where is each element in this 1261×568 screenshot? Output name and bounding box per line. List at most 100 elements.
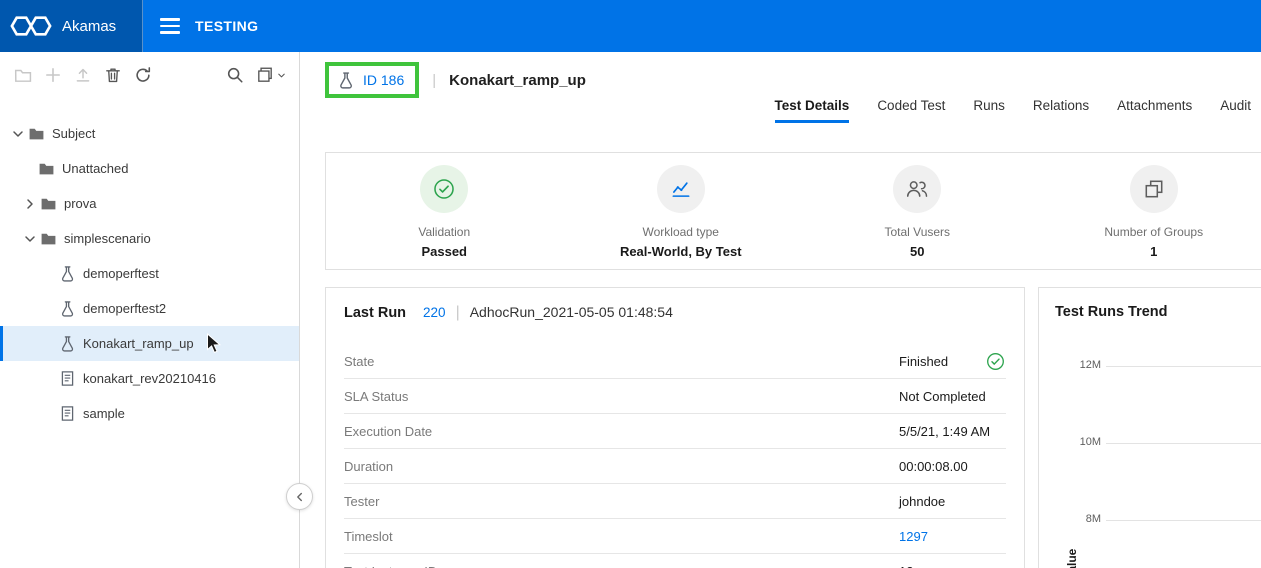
tree-item-simplescenario[interactable]: simplescenario [0,221,299,256]
test-tree: Subject Unattached prova simplescenario … [0,98,299,431]
table-row-execution-date: Execution Date 5/5/21, 1:49 AM [344,414,1006,449]
tree-item-label: demoperftest [83,266,159,281]
add-icon[interactable] [44,66,62,84]
table-row-sla-status: SLA Status Not Completed [344,379,1006,414]
performance-test-icon [59,300,76,317]
delete-icon[interactable] [104,66,122,84]
folder-icon [40,230,57,247]
row-label: Test Instance ID [344,564,899,568]
performance-test-icon [59,265,76,282]
script-icon [59,370,76,387]
chevron-down-icon[interactable] [22,231,38,247]
y-tick-label: 12M [1061,359,1101,371]
search-icon[interactable] [226,66,244,84]
run-id-link[interactable]: 220 [423,305,446,320]
last-run-title: Last Run [344,305,406,321]
metric-total-vusers: Total Vusers 50 [799,165,1036,259]
tree-item-label: simplescenario [64,231,151,246]
sidebar-toolbar [0,52,299,98]
chevron-down-icon[interactable] [10,126,26,142]
tree-item-label: demoperftest2 [83,301,166,316]
test-id-annotation-box: ID 186 [325,62,419,98]
metric-value: Passed [421,244,467,259]
gridline [1106,520,1261,521]
timeslot-link[interactable]: 1297 [899,529,928,544]
test-identity-row: ID 186 | Konakart_ramp_up [325,62,586,98]
tree-item-label: Konakart_ramp_up [83,336,194,351]
page-header: ID 186 | Konakart_ramp_up Test Details C… [301,52,1261,152]
y-tick-label: 10M [1061,436,1101,448]
view-switcher[interactable] [256,66,287,84]
folder-icon [40,195,57,212]
tree-item-subject[interactable]: Subject [0,116,299,151]
performance-test-icon [59,335,76,352]
tree-item-label: prova [64,196,97,211]
page-title: Konakart_ramp_up [449,72,586,89]
tab-attachments[interactable]: Attachments [1117,98,1192,123]
tree-item-demoperftest2[interactable]: demoperftest2 [0,291,299,326]
layers-icon [256,66,274,84]
separator: | [432,72,436,89]
refresh-icon[interactable] [134,66,152,84]
test-plan-sidebar: Subject Unattached prova simplescenario … [0,52,300,568]
sidebar-collapse-button[interactable] [286,483,313,510]
last-run-header: Last Run 220 | AdhocRun_2021-05-05 01:48… [344,304,1006,322]
table-row-state: State Finished [344,344,1006,379]
tab-audit[interactable]: Audit [1220,98,1251,123]
metric-value: 50 [910,244,924,259]
new-folder-icon[interactable] [14,66,32,84]
row-label: Execution Date [344,424,899,439]
metric-workload-type: Workload type Real-World, By Test [563,165,800,259]
folder-icon [38,160,55,177]
y-axis-label: Result Value [1065,549,1079,568]
performance-test-icon [337,71,355,89]
row-label: Tester [344,494,899,509]
tree-item-sample[interactable]: sample [0,396,299,431]
test-runs-trend-card: Test Runs Trend 12M 10M 8M Result Value [1038,287,1261,568]
tree-item-label: sample [83,406,125,421]
tree-item-unattached[interactable]: Unattached [0,151,299,186]
test-id-label: ID 186 [363,72,404,88]
row-label: State [344,354,899,369]
row-value: Not Completed [899,389,986,404]
run-name: AdhocRun_2021-05-05 01:48:54 [470,304,673,320]
line-chart-icon [657,165,705,213]
gridline [1106,443,1261,444]
tree-item-konakart-rev20210416[interactable]: konakart_rev20210416 [0,361,299,396]
table-row-tester: Tester johndoe [344,484,1006,519]
section-title: TESTING [195,18,258,34]
script-icon [59,405,76,422]
tree-item-label: Unattached [62,161,129,176]
metric-label: Workload type [643,225,719,239]
upload-icon[interactable] [74,66,92,84]
tab-relations[interactable]: Relations [1033,98,1089,123]
app-window: Akamas TESTING Subject [0,0,1261,568]
separator: | [456,304,460,322]
table-row-test-instance-id: Test Instance ID 12 [344,554,1006,568]
top-bar: Akamas TESTING [0,0,1261,52]
row-value: 5/5/21, 1:49 AM [899,424,990,439]
chevron-left-icon [293,490,307,504]
brand-area[interactable]: Akamas [0,0,143,52]
tree-item-prova[interactable]: prova [0,186,299,221]
check-circle-icon [986,352,1005,371]
row-value: 00:00:08.00 [899,459,968,474]
tab-test-details[interactable]: Test Details [775,98,850,123]
folder-icon [28,125,45,142]
row-value: 12 [899,564,913,568]
metric-validation: Validation Passed [326,165,563,259]
tree-item-konakart-ramp-up[interactable]: Konakart_ramp_up [0,326,299,361]
last-run-table: State Finished SLA Status Not Completed … [344,344,1006,568]
tree-item-demoperftest[interactable]: demoperftest [0,256,299,291]
tree-item-label: konakart_rev20210416 [83,371,216,386]
metric-value: 1 [1150,244,1157,259]
last-run-card: Last Run 220 | AdhocRun_2021-05-05 01:48… [325,287,1025,568]
users-icon [893,165,941,213]
hamburger-menu-icon[interactable] [160,18,180,34]
brand-name: Akamas [62,18,116,35]
tab-runs[interactable]: Runs [973,98,1005,123]
row-value: johndoe [899,494,945,509]
tab-coded-test[interactable]: Coded Test [877,98,945,123]
chevron-right-icon[interactable] [22,196,38,212]
metric-value: Real-World, By Test [620,244,742,259]
